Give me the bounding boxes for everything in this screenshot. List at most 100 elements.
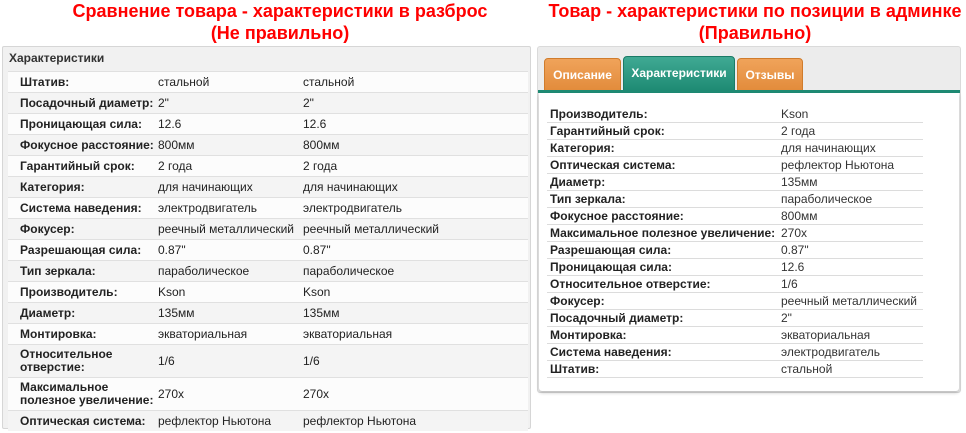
comparison-value-1: электродвигатель — [156, 197, 301, 219]
spec-row: Категория: для начинающих — [547, 139, 923, 157]
specs-table: Производитель: Kson Гарантийный срок: 2 год… — [547, 106, 923, 378]
comparison-row: Фокусное расстояние: 800мм 800мм — [8, 134, 528, 156]
comparison-value-2: параболическое — [301, 260, 528, 282]
comparison-value-2: 135мм — [301, 302, 528, 324]
comparison-value-1: 270x — [156, 377, 301, 411]
comparison-label: Штатив: — [8, 71, 156, 93]
spec-row: Штатив: стальной — [547, 360, 923, 378]
spec-value: 135мм — [778, 173, 923, 191]
spec-row: Относительное отверстие: 1/6 — [547, 275, 923, 293]
spec-label: Относительное отверстие: — [547, 275, 778, 293]
spec-value: реечный металлический — [778, 292, 923, 310]
spec-label: Тип зеркала: — [547, 190, 778, 208]
spec-label: Производитель: — [547, 106, 778, 123]
spec-label: Диаметр: — [547, 173, 778, 191]
comparison-value-2: электродвигатель — [301, 197, 528, 219]
comparison-table: Штатив: стальной стальной Посадочный диамет… — [8, 71, 528, 431]
spec-value: Kson — [778, 106, 923, 123]
comparison-value-1: 800мм — [156, 134, 301, 156]
comparison-row: Штатив: стальной стальной — [8, 71, 528, 93]
comparison-row: Система наведения: электродвигатель электр… — [8, 197, 528, 219]
spec-label: Максимальное полезное увеличение: — [547, 224, 778, 242]
comparison-value-2: экваториальная — [301, 323, 528, 345]
comparison-value-2: Kson — [301, 281, 528, 303]
comparison-header: Характеристики — [9, 51, 105, 65]
comparison-label: Категория: — [8, 176, 156, 198]
tab-reviews[interactable]: Отзывы — [737, 58, 803, 92]
comparison-row: Производитель: Kson Kson — [8, 281, 528, 303]
comparison-row: Категория: для начинающих для начинающих — [8, 176, 528, 198]
spec-row: Посадочный диаметр: 2" — [547, 309, 923, 327]
spec-value: 1/6 — [778, 275, 923, 293]
comparison-value-2: реечный металлический — [301, 218, 528, 240]
comparison-row: Посадочный диаметр: 2" 2" — [8, 92, 528, 114]
comparison-value-1: 135мм — [156, 302, 301, 324]
spec-value: 2 года — [778, 122, 923, 140]
spec-value: экваториальная — [778, 326, 923, 344]
spec-row: Диаметр: 135мм — [547, 173, 923, 191]
right-title-line2: (Правильно) — [698, 23, 812, 43]
comparison-value-1: 2" — [156, 92, 301, 114]
comparison-row: Гарантийный срок: 2 года 2 года — [8, 155, 528, 177]
spec-row: Фокусное расстояние: 800мм — [547, 207, 923, 225]
comparison-row: Оптическая система: рефлектор Ньютона рефл… — [8, 410, 528, 431]
comparison-value-2: для начинающих — [301, 176, 528, 198]
comparison-value-2: 2" — [301, 92, 528, 114]
comparison-value-1: реечный металлический — [156, 218, 301, 240]
comparison-value-2: стальной — [301, 71, 528, 93]
comparison-panel: Характеристики Штатив: стальной стальной По… — [2, 46, 531, 431]
spec-value: параболическое — [778, 190, 923, 208]
spec-label: Фокусер: — [547, 292, 778, 310]
comparison-row: Проницающая сила: 12.6 12.6 — [8, 113, 528, 135]
right-title: Товар - характеристики по позиции в адми… — [540, 0, 966, 44]
spec-value: для начинающих — [778, 139, 923, 157]
comparison-label: Система наведения: — [8, 197, 156, 219]
comparison-value-1: стальной — [156, 71, 301, 93]
comparison-label: Оптическая система: — [8, 410, 156, 431]
spec-row: Проницающая сила: 12.6 — [547, 258, 923, 276]
spec-row: Тип зеркала: параболическое — [547, 190, 923, 208]
comparison-value-1: рефлектор Ньютона — [156, 410, 301, 431]
comparison-value-1: 2 года — [156, 155, 301, 177]
comparison-value-1: Kson — [156, 281, 301, 303]
comparison-row: Тип зеркала: параболическое параболическое — [8, 260, 528, 282]
comparison-label: Максимальное полезное увеличение: — [8, 377, 156, 411]
comparison-row: Монтировка: экваториальная экваториальная — [8, 323, 528, 345]
spec-label: Посадочный диаметр: — [547, 309, 778, 327]
spec-label: Проницающая сила: — [547, 258, 778, 276]
spec-value: 2" — [778, 309, 923, 327]
spec-value: 270x — [778, 224, 923, 242]
spec-label: Гарантийный срок: — [547, 122, 778, 140]
tab-characteristics[interactable]: Характеристики — [623, 56, 735, 92]
tab-description[interactable]: Описание — [544, 58, 621, 92]
comparison-label: Относительное отверстие: — [8, 344, 156, 378]
comparison-value-1: для начинающих — [156, 176, 301, 198]
comparison-value-1: экваториальная — [156, 323, 301, 345]
product-tabs-panel: Описание Характеристики Отзывы Производи… — [537, 46, 961, 393]
spec-value: стальной — [778, 360, 923, 378]
comparison-label: Фокусер: — [8, 218, 156, 240]
comparison-value-2: 270x — [301, 377, 528, 411]
comparison-label: Разрешающая сила: — [8, 239, 156, 261]
comparison-label: Гарантийный срок: — [8, 155, 156, 177]
characteristics-content: Производитель: Kson Гарантийный срок: 2 год… — [539, 93, 959, 391]
comparison-label: Производитель: — [8, 281, 156, 303]
spec-label: Оптическая система: — [547, 156, 778, 174]
spec-value: рефлектор Ньютона — [778, 156, 923, 174]
spec-label: Категория: — [547, 139, 778, 157]
comparison-row: Фокусер: реечный металлический реечный мет… — [8, 218, 528, 240]
comparison-value-1: параболическое — [156, 260, 301, 282]
comparison-label: Монтировка: — [8, 323, 156, 345]
spec-value: 800мм — [778, 207, 923, 225]
spec-label: Фокусное расстояние: — [547, 207, 778, 225]
left-title-line1: Сравнение товара - характеристики в разб… — [72, 1, 488, 21]
spec-row: Фокусер: реечный металлический — [547, 292, 923, 310]
comparison-label: Диаметр: — [8, 302, 156, 324]
right-title-line1: Товар - характеристики по позиции в адми… — [548, 1, 962, 21]
left-title: Сравнение товара - характеристики в разб… — [60, 0, 500, 44]
spec-row: Разрешающая сила: 0.87" — [547, 241, 923, 259]
comparison-value-2: 2 года — [301, 155, 528, 177]
comparison-row: Разрешающая сила: 0.87" 0.87" — [8, 239, 528, 261]
spec-label: Монтировка: — [547, 326, 778, 344]
spec-row: Максимальное полезное увеличение: 270x — [547, 224, 923, 242]
